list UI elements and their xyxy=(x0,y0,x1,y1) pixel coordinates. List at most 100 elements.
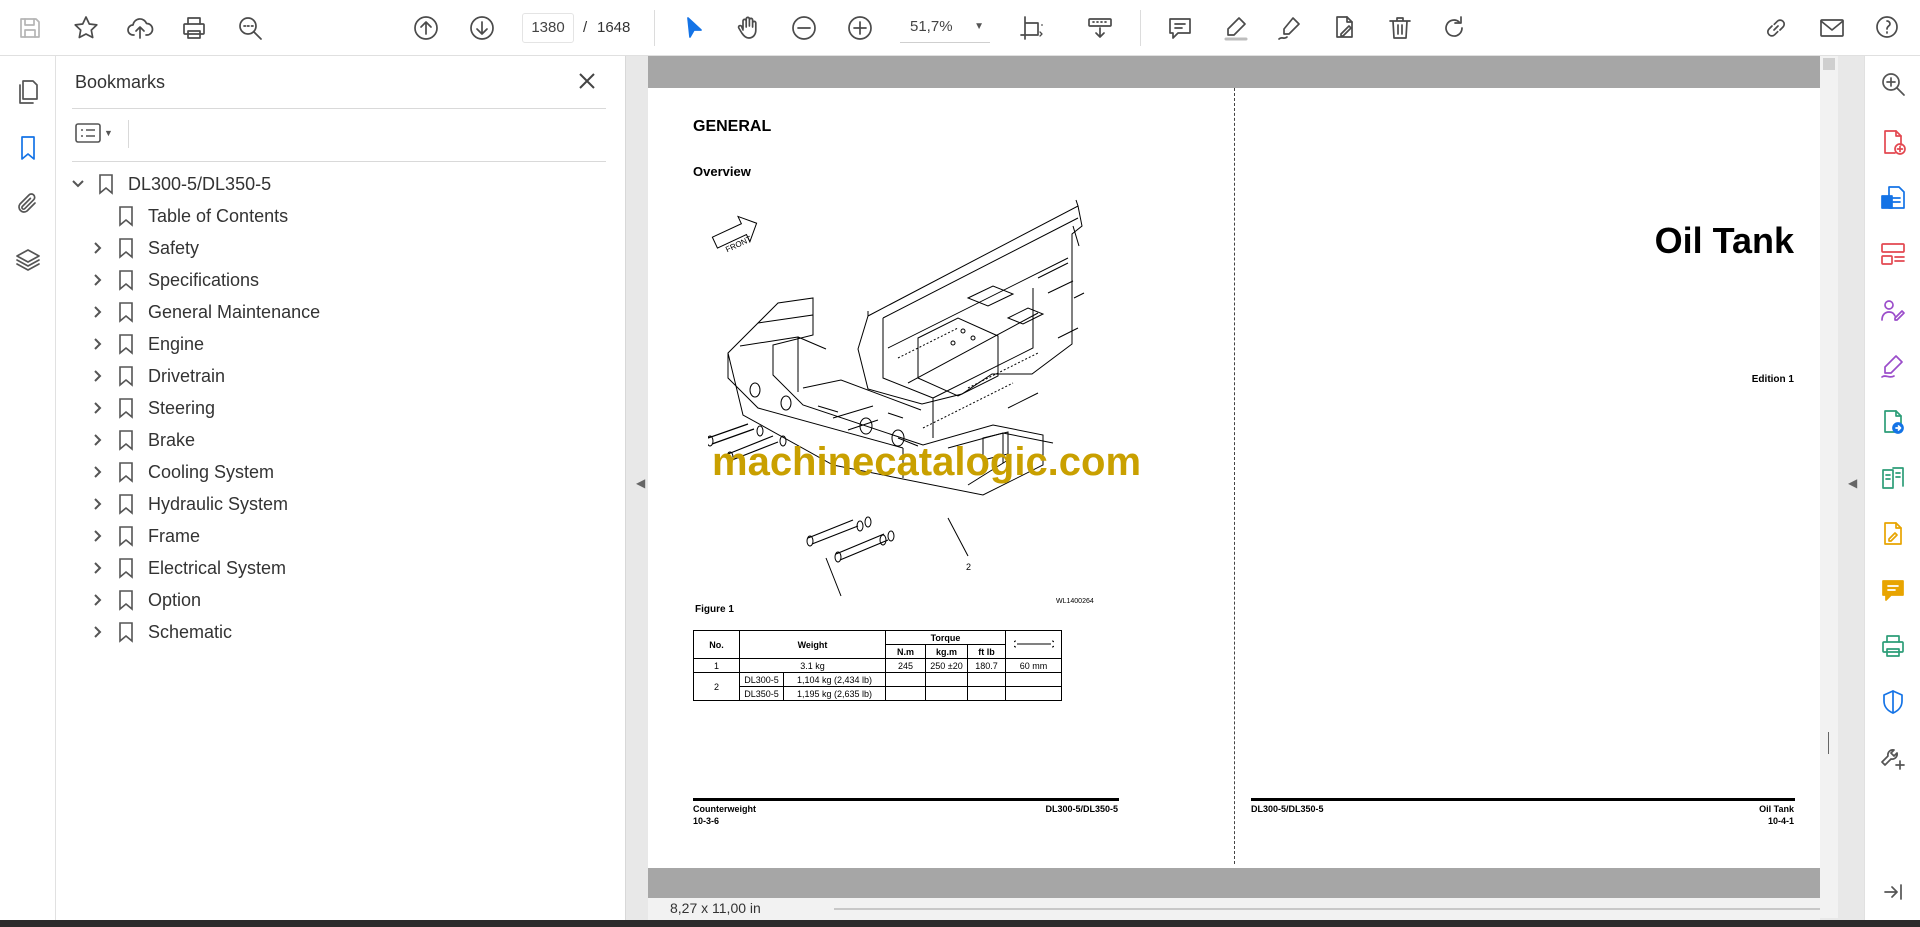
create-pdf-icon[interactable] xyxy=(1877,126,1909,158)
bookmark-item-drivetrain[interactable]: Drivetrain xyxy=(86,360,225,392)
chevron-right-icon[interactable] xyxy=(86,492,110,516)
bookmark-item-table-of-contents[interactable]: Table of Contents xyxy=(110,200,288,232)
close-icon[interactable] xyxy=(574,68,600,94)
bookmark-item-steering[interactable]: Steering xyxy=(86,392,215,424)
fill-sign-icon[interactable] xyxy=(1877,350,1909,382)
chevron-right-icon[interactable] xyxy=(86,556,110,580)
wrench-icon xyxy=(1005,630,1062,659)
chevron-down-icon[interactable] xyxy=(66,172,90,196)
edit-pdf-icon[interactable] xyxy=(1877,518,1909,550)
chevron-right-icon[interactable] xyxy=(86,524,110,548)
zoom-in-icon[interactable] xyxy=(842,10,878,46)
highlight-pen-icon[interactable] xyxy=(1218,10,1254,46)
bookmark-item-frame[interactable]: Frame xyxy=(86,520,200,552)
tools-rail xyxy=(1864,56,1920,920)
chevron-right-icon[interactable] xyxy=(86,364,110,388)
bookmark-item-schematic[interactable]: Schematic xyxy=(86,616,232,648)
chevron-right-icon[interactable] xyxy=(86,460,110,484)
chevron-right-icon[interactable] xyxy=(86,236,110,260)
bookmark-label: Specifications xyxy=(148,269,260,290)
bookmark-label: Safety xyxy=(148,237,200,258)
table-row: DL350-5 1,195 kg (2,635 lb) xyxy=(694,686,1062,701)
bookmark-options-button[interactable]: ▼ xyxy=(74,118,120,148)
scrollbar-thumb[interactable] xyxy=(1828,732,1829,754)
bookmark-label: Hydraulic System xyxy=(148,493,289,514)
compare-files-icon[interactable] xyxy=(1877,462,1909,494)
document-viewer[interactable]: ◀ ◀ GENERAL Overview FRONT 2 machinecata… xyxy=(626,56,1864,920)
account-icon[interactable] xyxy=(1870,10,1906,46)
find-icon[interactable] xyxy=(232,10,268,46)
chevron-right-icon[interactable] xyxy=(86,332,110,356)
bookmarks-icon[interactable] xyxy=(10,130,46,166)
chevron-right-icon[interactable] xyxy=(86,268,110,292)
bookmark-item-electrical-system[interactable]: Electrical System xyxy=(86,552,286,584)
email-icon[interactable] xyxy=(1814,10,1850,46)
export-pdf-icon[interactable] xyxy=(1877,182,1909,214)
comment-tool-icon[interactable] xyxy=(1877,574,1909,606)
attachments-icon[interactable] xyxy=(10,186,46,222)
bookmark-item-cooling-system[interactable]: Cooling System xyxy=(86,456,274,488)
scrollbar-arrow[interactable] xyxy=(1823,58,1835,70)
comment-icon[interactable] xyxy=(1162,10,1198,46)
chevron-right-icon[interactable] xyxy=(86,300,110,324)
edit-document-icon[interactable] xyxy=(1326,10,1362,46)
bookmark-icon xyxy=(112,554,140,582)
bookmark-item-general-maintenance[interactable]: General Maintenance xyxy=(86,296,320,328)
status-bar: 8,27 x 11,00 in xyxy=(648,898,1820,920)
page-subheading: Overview xyxy=(693,164,751,179)
bookmark-icon xyxy=(112,490,140,518)
more-tools-icon[interactable] xyxy=(1877,742,1909,774)
bookmark-item-root[interactable]: DL300-5/DL350-5 xyxy=(66,168,271,200)
bookmark-item-hydraulic-system[interactable]: Hydraulic System xyxy=(86,488,288,520)
layers-icon[interactable] xyxy=(10,242,46,278)
chevron-right-icon[interactable] xyxy=(86,588,110,612)
hand-tool-icon[interactable] xyxy=(730,10,766,46)
chevron-right-icon[interactable] xyxy=(86,428,110,452)
page-number-input[interactable]: 1380 xyxy=(522,13,574,43)
chevron-down-icon: ▼ xyxy=(104,128,113,138)
collapse-right-panel-icon[interactable]: ◀ xyxy=(1848,476,1857,490)
chevron-right-icon[interactable] xyxy=(86,620,110,644)
bookmark-item-safety[interactable]: Safety xyxy=(86,232,199,264)
pdf-page-spread: GENERAL Overview FRONT 2 machinecatalogi… xyxy=(648,88,1820,868)
table-cell: 245 xyxy=(885,658,926,673)
previous-page-icon[interactable] xyxy=(408,10,444,46)
bookmark-label: Frame xyxy=(148,525,201,546)
collapse-left-panel-icon[interactable]: ◀ xyxy=(636,476,645,490)
bookmark-item-engine[interactable]: Engine xyxy=(86,328,204,360)
star-icon[interactable] xyxy=(68,10,104,46)
expand-panel-icon[interactable] xyxy=(1877,876,1909,908)
horizontal-scrollbar[interactable] xyxy=(834,908,1820,910)
vertical-scrollbar[interactable] xyxy=(1820,56,1838,918)
delete-icon[interactable] xyxy=(1382,10,1418,46)
zoom-out-icon[interactable] xyxy=(786,10,822,46)
select-cursor-icon[interactable] xyxy=(676,10,712,46)
table-header-no: No. xyxy=(693,630,740,659)
page-heading: GENERAL xyxy=(693,118,772,135)
chevron-right-icon[interactable] xyxy=(86,396,110,420)
next-page-icon[interactable] xyxy=(464,10,500,46)
bookmark-label: Drivetrain xyxy=(148,365,226,386)
print-icon[interactable] xyxy=(176,10,212,46)
page-thumbnails-icon[interactable] xyxy=(10,74,46,110)
footer-model: DL300-5/DL350-5 xyxy=(1045,804,1118,814)
organize-pages-icon[interactable] xyxy=(1877,238,1909,270)
zoom-level-select[interactable]: 51,7% ▼ xyxy=(900,13,990,43)
table-header-unit: N.m xyxy=(885,644,926,659)
cloud-upload-icon[interactable] xyxy=(122,10,158,46)
redo-icon[interactable] xyxy=(1436,10,1472,46)
scroll-mode-icon[interactable] xyxy=(1082,10,1118,46)
request-signatures-icon[interactable] xyxy=(1877,294,1909,326)
save-icon[interactable] xyxy=(12,10,48,46)
bookmark-item-specifications[interactable]: Specifications xyxy=(86,264,259,296)
send-for-comments-icon[interactable] xyxy=(1877,406,1909,438)
watermark-text: machinecatalogic.com xyxy=(712,440,1142,484)
draw-signature-icon[interactable] xyxy=(1272,10,1308,46)
bookmark-item-brake[interactable]: Brake xyxy=(86,424,195,456)
protect-icon[interactable] xyxy=(1877,686,1909,718)
bookmark-item-option[interactable]: Option xyxy=(86,584,201,616)
share-link-icon[interactable] xyxy=(1758,10,1794,46)
search-zoom-icon[interactable] xyxy=(1877,68,1909,100)
page-fit-icon[interactable] xyxy=(1014,10,1050,46)
print-production-icon[interactable] xyxy=(1877,630,1909,662)
